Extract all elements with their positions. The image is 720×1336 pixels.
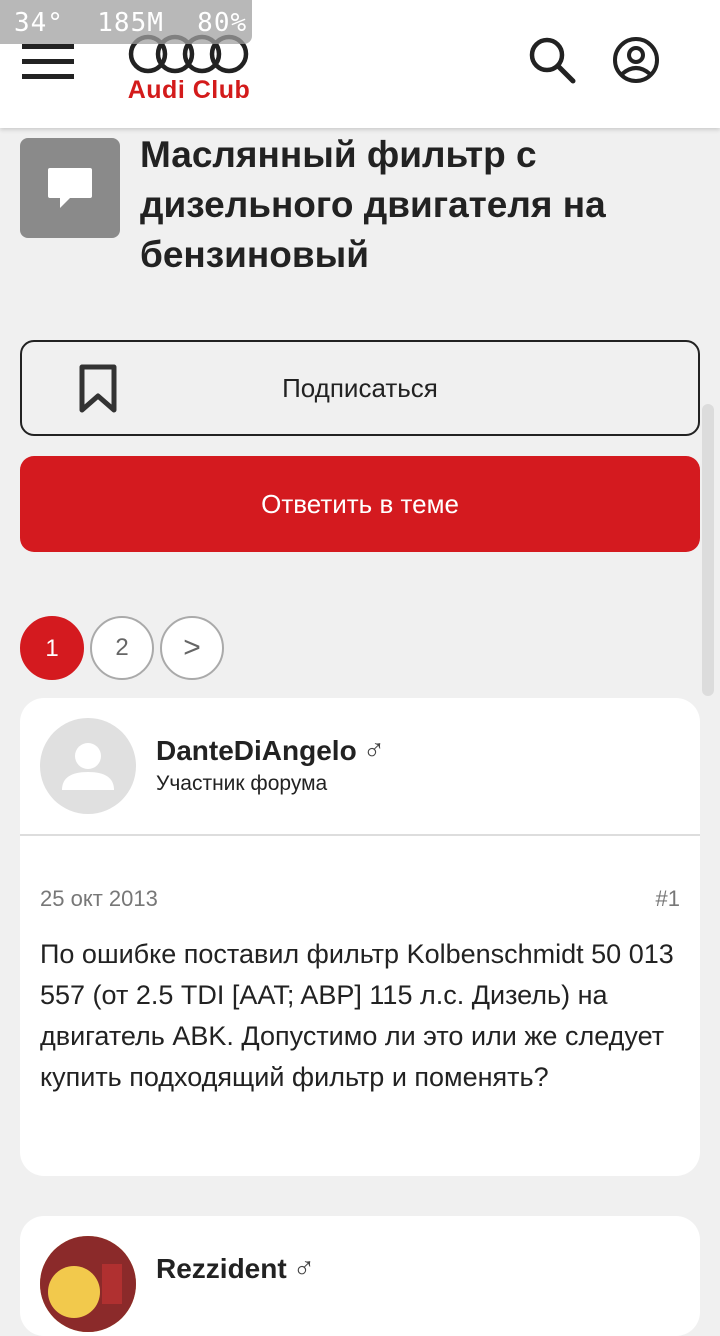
subscribe-button[interactable]: Подписаться [20, 340, 700, 436]
post-author[interactable]: Rezzident ♂ [156, 1252, 315, 1286]
user-role: Участник форума [156, 772, 328, 795]
post-date: 25 окт 2013 [40, 886, 158, 911]
divider [20, 834, 700, 836]
page-2-button[interactable]: 2 [90, 616, 154, 680]
chat-bubble-icon [20, 138, 120, 238]
username[interactable]: DanteDiAngelo [156, 735, 357, 766]
page-1-button[interactable]: 1 [20, 616, 84, 680]
menu-icon[interactable] [22, 44, 74, 80]
male-icon: ♂ [362, 734, 386, 767]
male-icon: ♂ [292, 1252, 316, 1285]
next-page-button[interactable]: > [160, 616, 224, 680]
avatar[interactable] [40, 1236, 136, 1332]
thread-title: Маслянный фильтр с дизельного двигателя … [140, 134, 606, 275]
subscribe-label: Подписаться [282, 373, 438, 403]
post-card: DanteDiAngelo ♂ Участник форума 25 окт 20… [20, 698, 700, 1176]
status-bar-overlay: 34° 185M 80% [0, 0, 252, 44]
post-author[interactable]: DanteDiAngelo ♂ [156, 734, 385, 768]
username[interactable]: Rezzident [156, 1253, 287, 1284]
post-number-link[interactable]: #1 [656, 886, 680, 912]
logo-text: Audi Club [127, 76, 251, 104]
reply-button[interactable]: Ответить в теме [20, 456, 700, 552]
search-icon[interactable] [526, 34, 578, 86]
avatar[interactable] [40, 718, 136, 814]
audi-club-logo[interactable]: Audi Club [124, 34, 254, 106]
user-avatar-image [40, 1236, 136, 1332]
account-icon[interactable] [610, 34, 662, 86]
post-card: Rezzident ♂ [20, 1216, 700, 1336]
post-body: По ошибке поставил фильтр Kolbenschmidt … [40, 939, 674, 1092]
scrollbar[interactable] [702, 404, 714, 696]
default-avatar-icon [62, 743, 114, 790]
